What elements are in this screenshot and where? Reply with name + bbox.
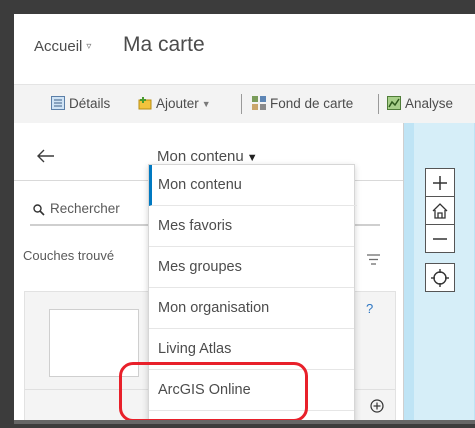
home-button[interactable] xyxy=(425,196,455,225)
basemap-icon xyxy=(252,96,266,110)
back-arrow-icon[interactable] xyxy=(36,148,56,164)
menu-item-label: Mon contenu xyxy=(158,177,242,193)
home-label: Accueil xyxy=(34,38,83,55)
highlight-annotation xyxy=(119,362,308,422)
details-button[interactable]: Détails xyxy=(51,96,110,111)
header: Accueil ▿ Ma carte xyxy=(14,14,475,76)
analysis-button[interactable]: Analyse xyxy=(387,96,453,111)
help-icon[interactable]: ? xyxy=(366,301,373,316)
basemap-label: Fond de carte xyxy=(270,96,354,111)
toolbar-divider xyxy=(241,94,242,114)
menu-item-label: Mes groupes xyxy=(158,259,242,275)
toolbar-divider xyxy=(378,94,379,114)
results-count-label: Couches trouvé xyxy=(23,248,115,263)
zoom-out-button[interactable] xyxy=(425,224,455,253)
search-icon xyxy=(33,203,45,216)
content-source-label: Mon contenu xyxy=(157,148,244,165)
toolbar: Détails Ajouter ▼ Fond de carte Analyse xyxy=(14,84,475,124)
locate-icon xyxy=(431,268,449,287)
menu-item-label: Mes favoris xyxy=(158,218,233,234)
basemap-button[interactable]: Fond de carte xyxy=(252,96,353,111)
menu-item-label: Mon organisation xyxy=(158,300,270,316)
app-window: Accueil ▿ Ma carte Détails Ajouter ▼ Fond … xyxy=(14,14,475,424)
zoom-in-icon xyxy=(433,175,447,190)
chevron-down-icon: ▼ xyxy=(201,99,211,109)
menu-item-my-organization[interactable]: Mon organisation xyxy=(149,288,354,329)
map-title: Ma carte xyxy=(123,33,205,56)
zoom-in-button[interactable] xyxy=(425,168,455,197)
add-circle-icon[interactable] xyxy=(370,399,384,413)
add-label: Ajouter xyxy=(156,96,199,111)
map-view[interactable] xyxy=(404,123,475,424)
menu-item-my-favorites[interactable]: Mes favoris xyxy=(149,206,354,247)
menu-item-my-content[interactable]: Mon contenu xyxy=(149,165,357,206)
home-menu[interactable]: Accueil ▿ xyxy=(34,38,91,55)
details-label: Détails xyxy=(69,96,111,111)
analysis-icon xyxy=(387,96,401,110)
bottom-edge xyxy=(14,420,475,424)
zoom-out-icon xyxy=(433,237,447,240)
content-source-dropdown[interactable]: Mon contenu ▼ xyxy=(157,148,258,165)
caret-down-icon: ▼ xyxy=(246,152,258,164)
locate-button[interactable] xyxy=(425,263,455,292)
menu-item-my-groups[interactable]: Mes groupes xyxy=(149,247,354,288)
details-icon xyxy=(51,96,65,110)
filter-icon[interactable] xyxy=(367,252,380,265)
home-icon xyxy=(432,202,448,219)
add-layer-icon xyxy=(138,96,152,110)
analysis-label: Analyse xyxy=(405,96,454,111)
add-button[interactable]: Ajouter ▼ xyxy=(138,96,211,111)
menu-item-label: Living Atlas xyxy=(158,341,232,357)
caret-down-icon: ▿ xyxy=(86,41,92,52)
